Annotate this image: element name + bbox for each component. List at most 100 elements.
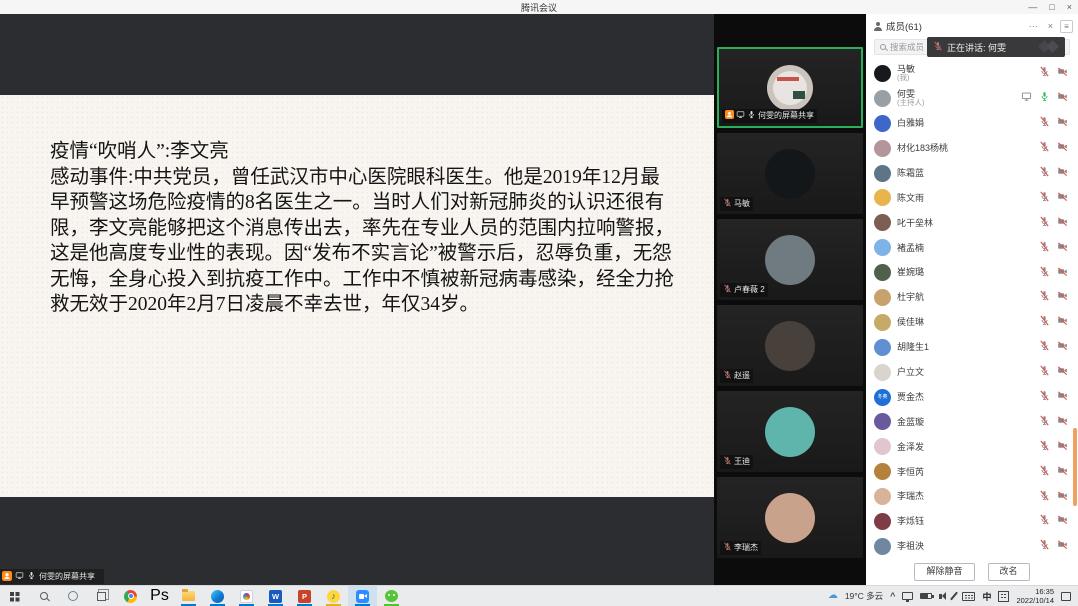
member-status-icons (1039, 363, 1068, 381)
taskbar-music-icon[interactable]: ♪ (319, 586, 348, 606)
display-tray-icon[interactable] (902, 592, 913, 600)
member-row[interactable]: 金泽发 (866, 434, 1078, 459)
clock[interactable]: 16:35 2022/10/14 (1016, 587, 1054, 605)
unmute-button[interactable]: 解除静音 (914, 563, 974, 581)
video-tile-strip: 何雯的屏幕共享马敏卢春薇 2赵遥王迪李瑞杰 (714, 14, 866, 585)
ime-language-indicator[interactable]: 中 (982, 590, 991, 603)
minimize-button[interactable]: — (1028, 3, 1037, 12)
close-button[interactable]: × (1067, 3, 1072, 12)
member-row[interactable]: 何雯(主持人) (866, 86, 1078, 111)
member-row[interactable]: 李瑞杰 (866, 484, 1078, 509)
member-row[interactable]: 户立文 (866, 360, 1078, 385)
member-row[interactable]: 材化183杨桃 (866, 136, 1078, 161)
member-name: 崔婉璐 (897, 267, 924, 277)
document-title: 疫情“吹哨人”:李文亮 (50, 139, 684, 165)
rename-button[interactable]: 改名 (988, 563, 1030, 581)
mic-muted-icon (1039, 139, 1050, 157)
taskbar-taskview-icon[interactable] (87, 586, 116, 606)
member-avatar (874, 538, 891, 555)
member-avatar (874, 115, 891, 132)
maximize-button[interactable]: □ (1049, 3, 1054, 12)
taskbar-start-button[interactable] (0, 586, 29, 606)
mic-muted-icon (1039, 214, 1050, 232)
member-row[interactable]: 李恒芮 (866, 459, 1078, 484)
cortana-icon (68, 591, 78, 601)
taskbar-word-icon[interactable]: W (261, 586, 290, 606)
tile-name: 何雯的屏幕共享 (758, 111, 814, 121)
member-row[interactable]: 崔婉璐 (866, 260, 1078, 285)
speaking-toast-text: 正在讲话: 何雯 (947, 41, 1006, 54)
screen-share-indicator[interactable]: 何雯的屏幕共享 (0, 569, 104, 584)
mic-muted-icon (1039, 413, 1050, 431)
member-row[interactable]: 马敏(我) (866, 61, 1078, 86)
participant-avatar (765, 407, 815, 457)
volume-tray-icon[interactable] (939, 594, 942, 599)
pen-tray-icon[interactable] (950, 592, 958, 601)
members-panel-header: 成员(61) ··· × ≡ (866, 14, 1078, 38)
mic-muted-icon (723, 542, 732, 554)
video-tile[interactable]: 李瑞杰 (717, 477, 863, 558)
member-row[interactable]: 杜宇航 (866, 285, 1078, 310)
taskbar-powerpoint-icon[interactable]: P (290, 586, 319, 606)
panel-more-button[interactable]: ··· (1026, 22, 1041, 31)
member-row[interactable]: 叱干垒林 (866, 210, 1078, 235)
member-row[interactable]: 白雅娟 (866, 111, 1078, 136)
taskbar-wechat-icon[interactable] (377, 586, 406, 606)
taskbar-cortana-icon[interactable] (58, 586, 87, 606)
meeting-icon (356, 590, 369, 603)
video-tile[interactable]: 何雯的屏幕共享 (717, 47, 863, 128)
panel-layout-toggle[interactable]: ≡ (1060, 20, 1073, 33)
camera-off-icon (1057, 288, 1068, 306)
taskbar-photoshop-icon[interactable]: Ps (145, 586, 174, 606)
shared-screen-area: 疫情“吹哨人”:李文亮 感动事件:中共党员，曾任武汉市中心医院眼科医生。他是20… (0, 14, 714, 585)
video-tile[interactable]: 赵遥 (717, 305, 863, 386)
taskbar-drawing-icon[interactable] (232, 586, 261, 606)
member-row[interactable]: 李祖泱 (866, 534, 1078, 559)
weather-text[interactable]: 19°C 多云 (845, 590, 883, 602)
panel-close-button[interactable]: × (1045, 22, 1056, 31)
member-row[interactable]: 陈文雨 (866, 185, 1078, 210)
member-name: 户立文 (897, 367, 924, 377)
taskbar-chrome-icon[interactable] (116, 586, 145, 606)
touch-keyboard-icon[interactable] (962, 592, 975, 601)
taskbar-edge-icon[interactable] (203, 586, 232, 606)
mic-muted-icon (1039, 363, 1050, 381)
mic-on-icon (1039, 89, 1050, 107)
mic-muted-icon (1039, 239, 1050, 257)
members-icon (873, 22, 882, 31)
window-controls: — □ × (1028, 0, 1072, 14)
member-name: 叱干垒林 (897, 218, 933, 228)
camera-off-icon (1057, 114, 1068, 132)
video-tile[interactable]: 王迪 (717, 391, 863, 472)
member-row[interactable]: 褚孟楠 (866, 235, 1078, 260)
video-tile[interactable]: 马敏 (717, 133, 863, 214)
camera-off-icon (1057, 139, 1068, 157)
tray-expand-chevron[interactable]: ^ (890, 591, 895, 601)
member-status-icons (1039, 214, 1068, 232)
member-name: 李祖泱 (897, 541, 924, 551)
search-icon (40, 592, 48, 600)
taskbar-search-icon[interactable] (29, 586, 58, 606)
participant-avatar (765, 493, 815, 543)
taskbar-explorer-icon[interactable] (174, 586, 203, 606)
video-tile[interactable]: 卢春薇 2 (717, 219, 863, 300)
member-name: 白雅娟 (897, 118, 924, 128)
member-row[interactable]: 侯佳琳 (866, 310, 1078, 335)
member-row[interactable]: 金蓝璇 (866, 409, 1078, 434)
ime-mode-icon[interactable] (998, 591, 1009, 602)
action-center-icon[interactable] (1061, 592, 1071, 601)
clock-time: 16:35 (1016, 587, 1054, 596)
member-name: 材化183杨桃 (897, 143, 948, 153)
camera-off-icon (1057, 189, 1068, 207)
photoshop-icon: Ps (150, 587, 169, 605)
member-row[interactable]: 胡隆生1 (866, 335, 1078, 360)
battery-tray-icon[interactable] (920, 593, 932, 599)
weather-icon[interactable]: ☁ (828, 591, 838, 601)
member-row[interactable]: 陈霜蓝 (866, 161, 1078, 186)
scrollbar-thumb[interactable] (1073, 428, 1077, 506)
windows-taskbar: Ps WP♪ ☁ 19°C 多云 ^ 中 16:35 2022/10/14 (0, 585, 1078, 606)
member-status-icons (1039, 537, 1068, 555)
taskbar-meeting-icon[interactable] (348, 586, 377, 606)
member-row[interactable]: 冬奥贾金杰 (866, 385, 1078, 410)
member-row[interactable]: 李烁钰 (866, 509, 1078, 534)
